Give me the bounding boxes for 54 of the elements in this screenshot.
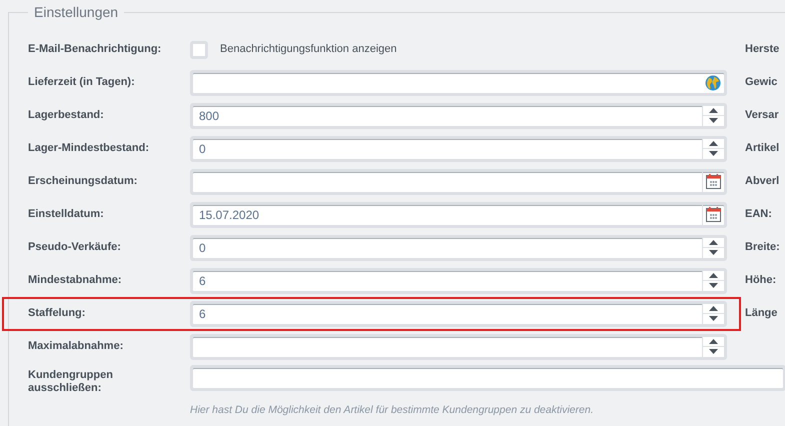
increment-button[interactable] <box>703 304 724 313</box>
calendar-icon <box>706 207 721 222</box>
field-label: Breite: <box>745 240 780 256</box>
field-label: Einstelldatum: <box>28 207 105 222</box>
up-arrow-icon <box>709 338 718 344</box>
field-label: Höhe: <box>745 273 778 288</box>
down-arrow-icon <box>709 283 718 288</box>
down-arrow-icon <box>709 250 718 256</box>
increment-button[interactable] <box>703 238 724 247</box>
increment-button[interactable] <box>703 336 724 346</box>
decrement-button[interactable] <box>703 115 724 126</box>
field-label: Lieferzeit (in Tagen): <box>28 75 136 90</box>
field-label: Herste <box>745 42 780 58</box>
down-arrow-icon <box>709 316 718 322</box>
date-field[interactable] <box>193 172 724 192</box>
up-arrow-icon <box>709 140 718 146</box>
increment-button[interactable] <box>703 270 724 280</box>
increment-button[interactable] <box>703 106 724 115</box>
field-label: Abverl <box>745 174 780 190</box>
calendar-icon <box>706 174 721 189</box>
decrement-button[interactable] <box>703 280 724 290</box>
up-arrow-icon <box>709 272 718 278</box>
down-arrow-icon <box>709 349 718 354</box>
increment-button[interactable] <box>703 138 724 148</box>
decrement-button[interactable] <box>703 148 724 158</box>
up-arrow-icon <box>709 108 718 113</box>
field-label: Artikel <box>745 141 780 156</box>
field-label: Mindestabnahme: <box>28 273 123 288</box>
down-arrow-icon <box>709 118 718 124</box>
field-label: Gewic <box>745 75 778 90</box>
up-arrow-icon <box>709 306 718 311</box>
decrement-button[interactable] <box>703 247 724 258</box>
field-label: Pseudo-Verkäufe: <box>28 240 122 256</box>
text-field[interactable] <box>193 368 783 388</box>
down-arrow-icon <box>709 151 718 156</box>
field-label: Staffelung: <box>28 306 86 322</box>
hint-text: Hier hast Du die Möglichkeit den Artikel für bestimmte Kundengruppen zu deaktivieren. <box>190 403 594 418</box>
field-label: E-Mail-Benachrichtigung: <box>28 42 162 58</box>
field-label: Kundengruppen ausschließen: <box>28 368 114 395</box>
field-label: Lager-Mindestbestand: <box>28 141 150 156</box>
decrement-button[interactable] <box>703 313 724 324</box>
checkbox[interactable] <box>190 40 208 58</box>
globe-icon <box>705 74 721 90</box>
field-label: Maximalabnahme: <box>28 339 124 354</box>
decrement-button[interactable] <box>703 346 724 356</box>
field-label: EAN: <box>745 207 773 222</box>
date-field[interactable]: 15.07.2020 <box>193 204 724 224</box>
field-label: Erscheinungsdatum: <box>28 174 138 190</box>
up-arrow-icon <box>709 240 718 245</box>
field-label: Versar <box>745 108 780 124</box>
text-field[interactable] <box>193 72 724 92</box>
field-label: Lagerbestand: <box>28 108 105 124</box>
field-label: Länge <box>745 306 778 322</box>
checkbox-label: Benachrichtigungsfunktion anzeigen <box>220 42 397 58</box>
